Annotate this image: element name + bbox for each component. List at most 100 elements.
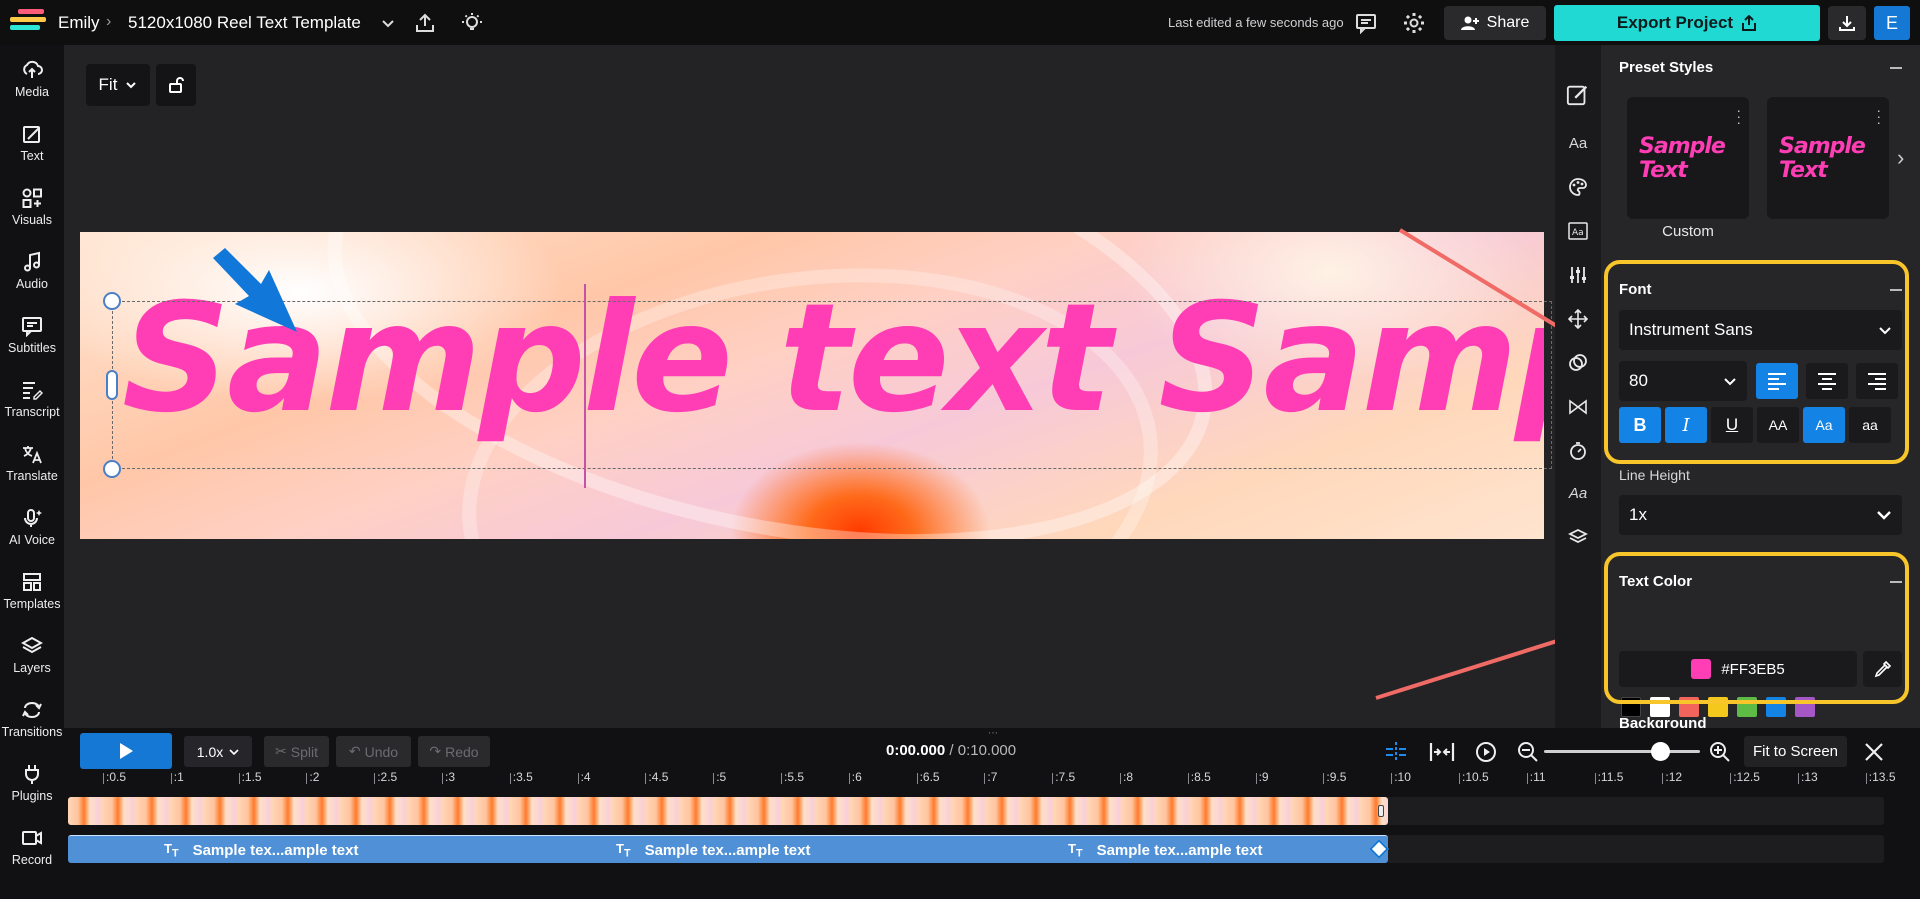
text-selection-box[interactable] xyxy=(112,301,1552,469)
sidebar-item-ai-voice[interactable]: AI Voice xyxy=(0,499,64,555)
sidebar-item-visuals[interactable]: Visuals xyxy=(0,179,64,235)
lock-ratio-button[interactable] xyxy=(156,64,196,106)
breadcrumb-user[interactable]: Emily xyxy=(58,13,100,33)
download-button[interactable] xyxy=(1828,6,1866,40)
sidebar-item-label: Plugins xyxy=(11,789,53,803)
top-bar: Emily › 5120x1080 Reel Text Template Las… xyxy=(0,0,1920,45)
adjust-sliders-icon[interactable] xyxy=(1566,263,1590,287)
settings-gear-icon[interactable] xyxy=(1402,11,1426,35)
preset-style-card[interactable]: Sample Text · · · xyxy=(1627,97,1749,219)
annotation-blue-arrow-icon xyxy=(213,248,297,332)
resize-handle-bottom-left[interactable] xyxy=(103,460,121,478)
ruler-tick-label: :1 xyxy=(170,770,184,784)
sidebar-item-label: Text xyxy=(20,149,44,163)
plugin-icon xyxy=(25,765,39,784)
transition-bowtie-icon[interactable] xyxy=(1566,395,1590,419)
sidebar-item-label: Translate xyxy=(6,469,58,483)
playback-speed-select[interactable]: 1.0x xyxy=(184,736,252,767)
export-project-button[interactable]: Export Project xyxy=(1554,5,1820,41)
timeline-ruler[interactable]: :0.5:1:1.5:2:2.5:3:3.5:4:4.5:5:5.5:6:6.5… xyxy=(68,770,1920,788)
text-clip-track[interactable]: TT Sample tex...ample text TT Sample tex… xyxy=(68,835,1389,863)
ruler-tick-label: :11.5 xyxy=(1594,770,1624,784)
timeline-drag-handle-icon[interactable]: ⋯ xyxy=(988,728,998,739)
sidebar-item-layers[interactable]: Layers xyxy=(0,627,64,683)
ruler-tick-label: :12.5 xyxy=(1730,770,1760,784)
clip-trim-handle[interactable] xyxy=(1378,805,1384,817)
comments-icon[interactable] xyxy=(1354,11,1378,35)
fit-to-screen-button[interactable]: Fit to Screen xyxy=(1744,736,1847,767)
ruler-tick-label: :3 xyxy=(441,770,456,784)
speed-value: 1.0x xyxy=(196,743,224,760)
collapse-preset-styles-icon[interactable] xyxy=(1890,67,1902,69)
video-clip[interactable] xyxy=(68,797,1388,825)
sidebar-item-transcript[interactable]: Transcript xyxy=(0,371,64,427)
split-button[interactable]: ✂ Split xyxy=(264,736,329,767)
ruler-tick-label: :1.5 xyxy=(238,770,262,784)
zoom-slider-track[interactable] xyxy=(1544,750,1700,753)
text-clip[interactable]: TT Sample tex...ample text xyxy=(616,841,810,860)
resize-handle-left[interactable] xyxy=(106,370,118,400)
sidebar-item-label: Media xyxy=(14,85,50,99)
ai-voice-icon xyxy=(24,509,42,527)
project-title[interactable]: 5120x1080 Reel Text Template xyxy=(128,13,361,33)
text-cursor xyxy=(584,284,586,488)
highlight-text-color-section xyxy=(1604,552,1909,704)
unlock-icon xyxy=(169,77,184,93)
sidebar-item-templates[interactable]: Templates xyxy=(0,563,64,619)
zoom-fit-dropdown[interactable]: Fit xyxy=(86,64,150,106)
zoom-slider-handle[interactable] xyxy=(1651,742,1670,761)
last-edited-status: Last edited a few seconds ago xyxy=(1168,15,1344,30)
resize-handle-top-left[interactable] xyxy=(103,292,121,310)
sidebar-item-subtitles[interactable]: Subtitles xyxy=(0,307,64,363)
project-menu-chevron-icon[interactable] xyxy=(376,11,400,35)
undo-button[interactable]: ↶ Undo xyxy=(336,736,411,767)
sidebar-item-translate[interactable]: Translate xyxy=(0,435,64,491)
preset-next-chevron-icon[interactable]: › xyxy=(1897,145,1904,171)
more-options-icon[interactable]: · · · xyxy=(1736,103,1741,129)
close-timeline-icon[interactable] xyxy=(1860,738,1888,766)
app-logo-icon[interactable] xyxy=(10,9,46,35)
ruler-tick-label: :9.5 xyxy=(1323,770,1347,784)
zoom-in-icon[interactable] xyxy=(1706,738,1734,766)
sidebar-item-transitions[interactable]: Transitions xyxy=(0,691,64,747)
upload-icon[interactable] xyxy=(413,11,437,35)
lightbulb-icon[interactable] xyxy=(460,11,484,35)
color-palette-icon[interactable] xyxy=(1566,175,1590,199)
zoom-out-icon[interactable] xyxy=(1514,738,1542,766)
preset-style-card[interactable]: Sample Text · · · xyxy=(1767,97,1889,219)
text-clip[interactable]: TT Sample tex...ample text xyxy=(1068,841,1262,860)
redo-icon: ↷ xyxy=(429,743,442,759)
user-avatar[interactable]: E xyxy=(1874,6,1910,40)
text-background-icon[interactable]: Aa xyxy=(1566,219,1590,243)
text-type-icon: TT xyxy=(164,841,179,860)
more-options-icon[interactable]: · · · xyxy=(1876,103,1881,129)
sidebar-item-audio[interactable]: Audio xyxy=(0,243,64,299)
play-button[interactable] xyxy=(80,733,172,769)
text-animation-icon[interactable]: Aa xyxy=(1566,481,1590,505)
sidebar-item-record[interactable]: Record xyxy=(0,819,64,875)
redo-button[interactable]: ↷ Redo xyxy=(418,736,490,767)
download-icon xyxy=(1839,16,1855,31)
sidebar-item-text[interactable]: Text xyxy=(0,115,64,171)
preset-sample-text: Sample Text xyxy=(1779,134,1866,183)
font-style-icon[interactable]: Aa xyxy=(1566,131,1590,155)
fit-clips-icon[interactable] xyxy=(1428,738,1456,766)
edit-properties-icon[interactable] xyxy=(1566,83,1590,107)
keyframe-diamond-icon[interactable] xyxy=(1369,839,1389,859)
playhead-follow-icon[interactable] xyxy=(1472,738,1500,766)
sidebar-item-plugins[interactable]: Plugins xyxy=(0,755,64,811)
ruler-tick-label: :4 xyxy=(577,770,591,784)
export-share-icon xyxy=(1742,15,1757,31)
redo-label: Redo xyxy=(445,743,479,760)
sidebar-item-label: Audio xyxy=(16,277,48,291)
timer-icon[interactable] xyxy=(1566,439,1590,463)
text-clip[interactable]: TT Sample tex...ample text xyxy=(164,841,358,860)
line-height-select[interactable]: 1x xyxy=(1619,495,1902,535)
sidebar-item-media[interactable]: Media xyxy=(0,51,64,107)
snap-magnet-icon[interactable] xyxy=(1382,738,1410,766)
ruler-tick-label: :10 xyxy=(1391,770,1411,784)
share-button[interactable]: Share xyxy=(1444,6,1546,40)
layers-stack-icon[interactable] xyxy=(1566,525,1590,549)
blend-effects-icon[interactable] xyxy=(1566,351,1590,375)
move-position-icon[interactable] xyxy=(1566,307,1590,331)
